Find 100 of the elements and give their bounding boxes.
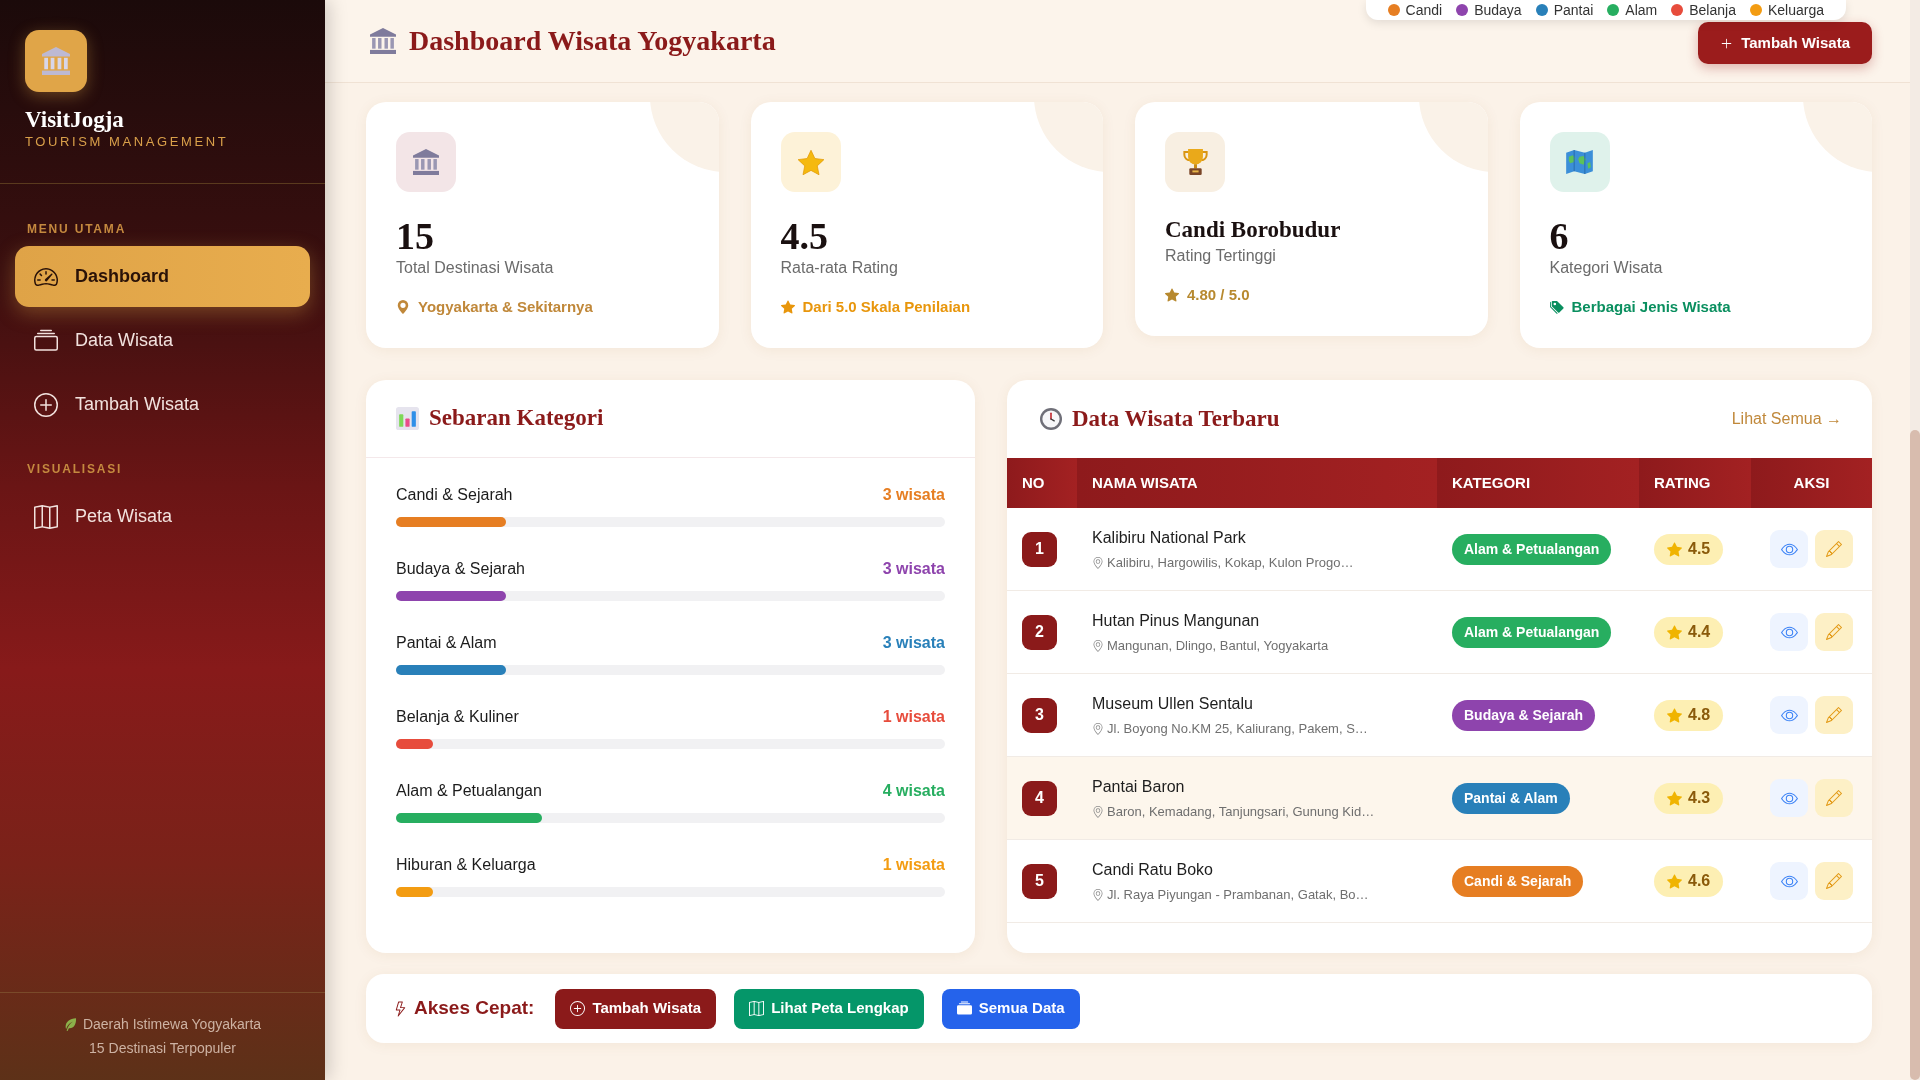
pencil-icon (1826, 624, 1842, 640)
stat-value: Candi Borobudur (1165, 216, 1342, 244)
legend-label: Belanja (1689, 1, 1736, 19)
quick-access-button[interactable]: Tambah Wisata (555, 988, 717, 1029)
brand-tagline: TOURISM MANAGEMENT (25, 134, 230, 150)
star-icon (780, 300, 795, 314)
menu-heading: VISUALISASI (26, 461, 124, 477)
view-button[interactable] (1770, 862, 1808, 900)
place-name: Kalibiru National Park (1092, 527, 1247, 548)
edit-button[interactable] (1815, 530, 1853, 568)
column-header: NO (1007, 458, 1077, 508)
stat-label: Kategori Wisata (1549, 258, 1664, 278)
stat-label: Total Destinasi Wisata (396, 258, 555, 278)
sidebar-item[interactable]: Data Wisata (15, 310, 310, 371)
stat-note: Berbagai Jenis Wisata (1571, 297, 1731, 317)
column-header: RATING (1639, 458, 1751, 508)
legend-label: Budaya (1474, 1, 1522, 19)
scrollbar-thumb[interactable] (1910, 430, 1920, 1080)
category-tag: Alam & Petualangan (1452, 616, 1612, 648)
stat-note: Dari 5.0 Skala Penilaian (802, 297, 971, 317)
rating-value: 4.3 (1688, 788, 1711, 808)
tray-icon (34, 328, 58, 353)
clock-icon (1040, 408, 1062, 430)
stat-value: 15 (396, 216, 435, 256)
quick-access-label: Akses Cepat: (414, 996, 535, 1021)
plus-icon (1720, 36, 1734, 50)
stat-value: 4.5 (780, 216, 829, 256)
pin-icon (1092, 805, 1104, 818)
stat-value: 6 (1549, 216, 1570, 256)
row-number: 4 (1022, 780, 1057, 816)
star-icon (1667, 873, 1682, 889)
panel-title: Data Wisata Terbaru (1072, 404, 1280, 433)
map-icon (749, 1001, 765, 1016)
edit-button[interactable] (1815, 862, 1853, 900)
place-address: Jl. Boyong No.KM 25, Kaliurang, Pakem, S… (1107, 719, 1368, 738)
category-count: 3 wisata (882, 485, 945, 505)
view-button[interactable] (1770, 696, 1808, 734)
category-tag: Alam & Petualangan (1452, 533, 1612, 565)
stat-note: Yogyakarta & Sekitarnya (418, 297, 593, 317)
pin-icon (1092, 888, 1104, 901)
place-address: Mangunan, Dlingo, Bantul, Yogyakarta (1107, 636, 1329, 655)
view-button[interactable] (1770, 530, 1808, 568)
row-number: 5 (1022, 863, 1057, 899)
pin-icon (1092, 556, 1104, 569)
building-icon (396, 132, 456, 192)
category-tag: Pantai & Alam (1452, 782, 1570, 814)
star-icon (1165, 288, 1179, 302)
place-name: Hutan Pinus Mangunan (1092, 610, 1261, 631)
rating-value: 4.4 (1688, 622, 1711, 642)
lightning-icon (393, 999, 408, 1018)
legend-label: Pantai (1553, 1, 1594, 19)
stat-label: Rating Tertinggi (1165, 246, 1277, 266)
view-button[interactable] (1770, 613, 1808, 651)
place-address: Kalibiru, Hargowilis, Kokap, Kulon Progo… (1107, 553, 1354, 572)
pencil-icon (1826, 541, 1842, 557)
category-count: 4 wisata (882, 781, 945, 801)
category-name: Budaya & Sejarah (396, 559, 525, 579)
place-address: Jl. Raya Piyungan - Prambanan, Gatak, Bo… (1107, 885, 1369, 904)
star-icon (1667, 624, 1682, 640)
sidebar-item[interactable]: Peta Wisata (15, 486, 310, 547)
footer-caption: 15 Destinasi Terpopuler (89, 1039, 236, 1058)
row-number: 2 (1022, 614, 1057, 650)
category-tag: Budaya & Sejarah (1452, 699, 1596, 731)
category-count: 3 wisata (882, 559, 945, 579)
sidebar-item[interactable]: Tambah Wisata (15, 374, 310, 435)
quick-access-button[interactable]: Lihat Peta Lengkap (734, 988, 924, 1029)
tags-icon (1549, 300, 1564, 314)
legend-label: Alam (1625, 1, 1658, 19)
category-name: Pantai & Alam (396, 633, 497, 653)
star-icon (1667, 707, 1682, 723)
leaf-icon (63, 1017, 77, 1031)
legend-label: Candi (1405, 1, 1443, 19)
pin-icon (396, 300, 410, 314)
category-count: 1 wisata (882, 855, 945, 875)
row-number: 1 (1022, 531, 1057, 567)
edit-button[interactable] (1815, 779, 1853, 817)
column-header: AKSI (1751, 458, 1872, 508)
building-icon (370, 28, 396, 54)
rating-value: 4.8 (1688, 705, 1711, 725)
stat-note: 4.80 / 5.0 (1187, 285, 1250, 305)
rating-value: 4.5 (1688, 539, 1711, 559)
pencil-icon (1826, 707, 1842, 723)
category-name: Hiburan & Keluarga (396, 855, 536, 875)
menu-heading: MENU UTAMA (26, 221, 128, 237)
stat-label: Rata-rata Rating (780, 258, 899, 278)
edit-button[interactable] (1815, 696, 1853, 734)
sidebar-item[interactable]: Dashboard (15, 246, 310, 307)
pin-icon (1092, 722, 1104, 735)
add-button[interactable]: Tambah Wisata (1698, 22, 1872, 64)
quick-access-button[interactable]: Semua Data (941, 988, 1080, 1029)
edit-button[interactable] (1815, 613, 1853, 651)
map-icon (34, 504, 58, 529)
column-header: KATEGORI (1437, 458, 1639, 508)
footer-region: Daerah Istimewa Yogyakarta (82, 1015, 262, 1034)
view-button[interactable] (1770, 779, 1808, 817)
pencil-icon (1826, 873, 1842, 889)
trophy-icon (1165, 132, 1225, 192)
tray-icon (956, 1001, 972, 1016)
place-name: Pantai Baron (1092, 776, 1186, 797)
category-name: Belanja & Kuliner (396, 707, 519, 727)
